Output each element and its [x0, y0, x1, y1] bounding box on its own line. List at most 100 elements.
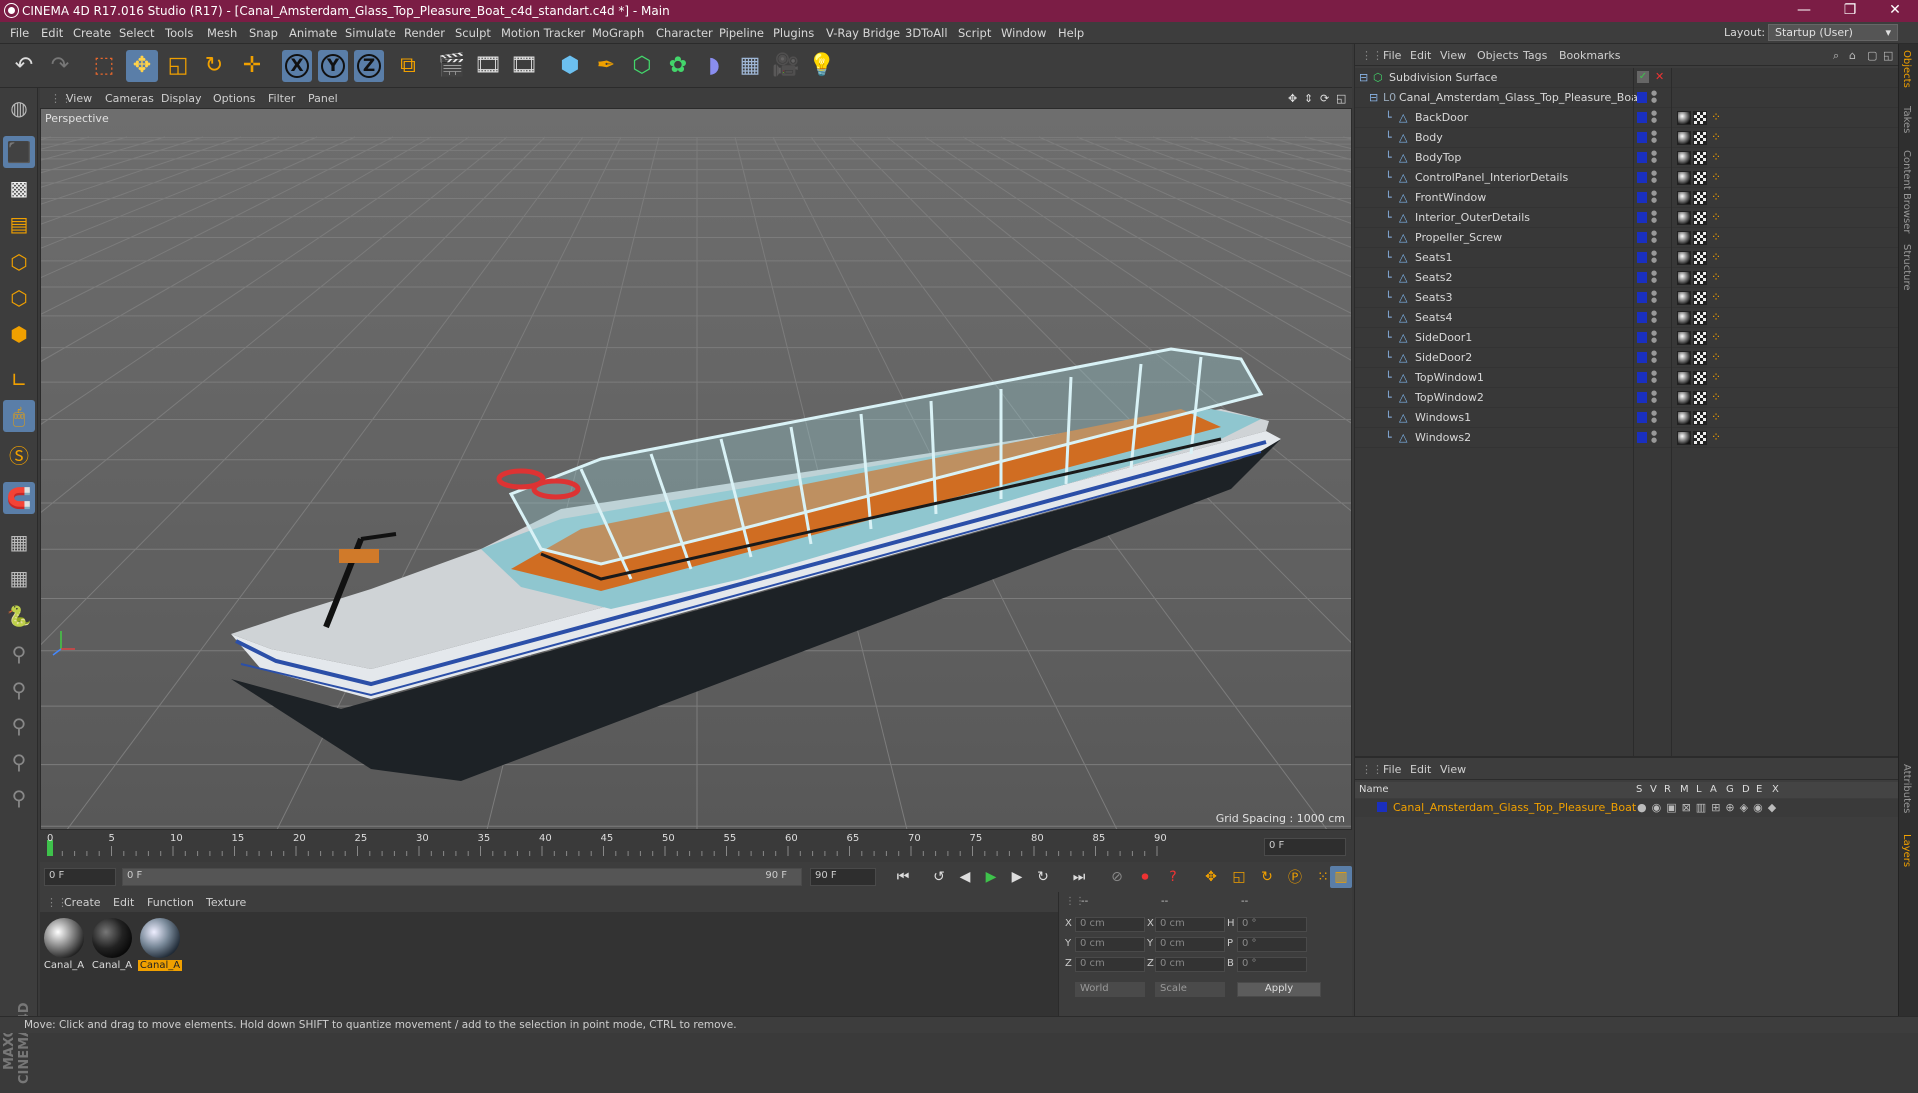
coord-mode-dropdown[interactable]: Scale [1155, 982, 1225, 997]
layer-menu-file[interactable]: File [1383, 763, 1401, 776]
step-back-button[interactable]: ◀ [954, 866, 976, 888]
sculpt-tool-5-button[interactable]: ⚲ [3, 782, 35, 814]
phong-tag-icon[interactable]: ⁘ [1711, 270, 1721, 284]
material-menu-edit[interactable]: Edit [113, 896, 134, 909]
phong-tag-icon[interactable]: ⁘ [1711, 210, 1721, 224]
search-icon[interactable]: ⌕ [1833, 49, 1839, 63]
uvw-tag-icon[interactable] [1693, 131, 1707, 145]
coord-size-y-field[interactable]: 0 cm [1155, 937, 1225, 952]
phong-tag-icon[interactable]: ⁘ [1711, 250, 1721, 264]
material-tag-icon[interactable] [1677, 351, 1691, 365]
layer-color-flag[interactable] [1637, 352, 1647, 363]
coord-pos-y-field[interactable]: 0 cm [1075, 937, 1145, 952]
phong-tag-icon[interactable]: ⁘ [1711, 290, 1721, 304]
step-forward-button[interactable]: ▶ [1006, 866, 1028, 888]
tweak-mode-button[interactable]: 🖱 [3, 400, 35, 432]
render-picture-viewer-button[interactable]: 🎞 [472, 50, 504, 82]
menu-vray-bridge[interactable]: V-Ray Bridge [826, 26, 900, 40]
object-row[interactable]: └ △ Seats2 ● ● ⁘ [1355, 268, 1899, 288]
menu-tools[interactable]: Tools [165, 26, 193, 40]
coord-space-dropdown[interactable]: World [1075, 982, 1145, 997]
z-axis-button[interactable]: Z [354, 50, 384, 82]
deformer-button[interactable]: ◗ [698, 50, 730, 82]
scale-tool-button[interactable]: ◱ [162, 50, 194, 82]
menu-select[interactable]: Select [119, 26, 154, 40]
object-menu-tags[interactable]: Tags [1523, 49, 1547, 62]
material-tag-icon[interactable] [1677, 231, 1691, 245]
coord-size-z-field[interactable]: 0 cm [1155, 957, 1225, 972]
visibility-dots-icon[interactable]: ● ● [1651, 150, 1657, 166]
mograph-cloner-button[interactable]: ✿ [662, 50, 694, 82]
frame-range-slider[interactable]: 0 F 90 F [122, 868, 802, 886]
viewport-menu-options[interactable]: Options [213, 92, 255, 105]
uvw-tag-icon[interactable] [1693, 351, 1707, 365]
menu-script[interactable]: Script [958, 26, 991, 40]
material-tag-icon[interactable] [1677, 371, 1691, 385]
uvw-tag-icon[interactable] [1693, 271, 1707, 285]
phong-tag-icon[interactable]: ⁘ [1711, 410, 1721, 424]
collapse-icon[interactable]: ⊟ [1369, 91, 1381, 105]
menu-pipeline[interactable]: Pipeline [719, 26, 764, 40]
uvw-tag-icon[interactable] [1693, 371, 1707, 385]
uvw-tag-icon[interactable] [1693, 211, 1707, 225]
visibility-dots-icon[interactable]: ● ● [1651, 290, 1657, 306]
polygons-mode-button[interactable]: ⬢ [3, 318, 35, 350]
object-menu-bookmarks[interactable]: Bookmarks [1559, 49, 1620, 62]
visibility-dots-icon[interactable]: ● ● [1651, 350, 1657, 366]
object-row[interactable]: └ △ TopWindow2 ● ● ⁘ [1355, 388, 1899, 408]
object-menu-view[interactable]: View [1440, 49, 1466, 62]
uvw-tag-icon[interactable] [1693, 231, 1707, 245]
visibility-dots-icon[interactable]: ● ● [1651, 130, 1657, 146]
layer-color-flag[interactable] [1637, 312, 1647, 323]
viewport-menu-filter[interactable]: Filter [268, 92, 295, 105]
key-parameter-button[interactable]: Ⓟ [1284, 866, 1306, 888]
key-position-button[interactable]: ✥ [1200, 866, 1222, 888]
x-axis-button[interactable]: X [282, 50, 312, 82]
render-view-button[interactable]: 🎬 [436, 50, 468, 82]
enable-check-icon[interactable]: ✓ [1637, 71, 1649, 83]
menu-mesh[interactable]: Mesh [207, 26, 237, 40]
material-tag-icon[interactable] [1677, 331, 1691, 345]
viewport-maximize-icon[interactable]: ◱ [1336, 92, 1346, 105]
uvw-tag-icon[interactable] [1693, 331, 1707, 345]
layer-color-flag[interactable] [1637, 152, 1647, 163]
object-row[interactable]: └ △ Body ● ● ⁘ [1355, 128, 1899, 148]
uvw-tag-icon[interactable] [1693, 151, 1707, 165]
object-menu-objects[interactable]: Objects [1477, 49, 1519, 62]
sculpt-tool-4-button[interactable]: ⚲ [3, 746, 35, 778]
coord-rot-p-field[interactable]: 0 ° [1237, 937, 1307, 952]
visibility-dots-icon[interactable]: ● ● [1651, 110, 1657, 126]
menu-simulate[interactable]: Simulate [345, 26, 396, 40]
goto-next-key-button[interactable]: ↻ [1032, 866, 1054, 888]
phong-tag-icon[interactable]: ⁘ [1711, 430, 1721, 444]
record-keys-button[interactable]: ⊘ [1106, 866, 1128, 888]
phong-tag-icon[interactable]: ⁘ [1711, 390, 1721, 404]
material-tag-icon[interactable] [1677, 271, 1691, 285]
material-tag-icon[interactable] [1677, 171, 1691, 185]
phong-tag-icon[interactable]: ⁘ [1711, 350, 1721, 364]
object-row[interactable]: └ △ FrontWindow ● ● ⁘ [1355, 188, 1899, 208]
collapse-icon[interactable]: ⊟ [1359, 71, 1371, 85]
visibility-dots-icon[interactable]: ● ● [1651, 190, 1657, 206]
home-icon[interactable]: ⌂ [1849, 49, 1856, 62]
subdivision-button[interactable]: ⬡ [626, 50, 658, 82]
object-row[interactable]: └ △ ControlPanel_InteriorDetails ● ● ⁘ [1355, 168, 1899, 188]
layer-color-flag[interactable] [1637, 192, 1647, 203]
viewport-zoom-icon[interactable]: ⇕ [1304, 92, 1313, 105]
material-tag-icon[interactable] [1677, 391, 1691, 405]
minimize-button[interactable]: — [1781, 2, 1827, 18]
phong-tag-icon[interactable]: ⁘ [1711, 310, 1721, 324]
render-settings-button[interactable]: 🎞 [508, 50, 540, 82]
menu-plugins[interactable]: Plugins [773, 26, 814, 40]
layer-color-flag[interactable] [1637, 272, 1647, 283]
material-tag-icon[interactable] [1677, 211, 1691, 225]
key-scale-button[interactable]: ◱ [1228, 866, 1250, 888]
object-row[interactable]: └ △ TopWindow1 ● ● ⁘ [1355, 368, 1899, 388]
menu-edit[interactable]: Edit [41, 26, 63, 40]
redo-button[interactable]: ↷ [44, 50, 76, 82]
key-rotation-button[interactable]: ↻ [1256, 866, 1278, 888]
material-tag-icon[interactable] [1677, 431, 1691, 445]
tab-takes[interactable]: Takes [1901, 106, 1912, 133]
make-editable-button[interactable]: ◍ [3, 92, 35, 124]
menu-3dtoall[interactable]: 3DToAll [905, 26, 948, 40]
